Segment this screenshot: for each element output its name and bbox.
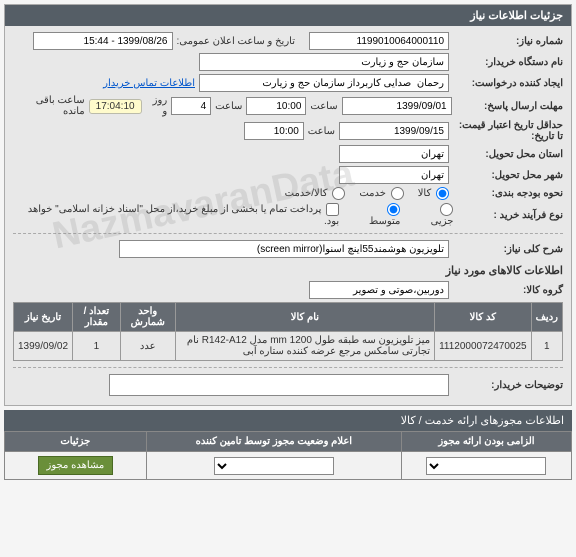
buyer-contact-link[interactable]: اطلاعات تماس خریدار <box>103 78 195 89</box>
auth-status-cell <box>146 452 401 480</box>
table-row[interactable]: 1 1112000072470025 میز تلویزیون سه طبقه … <box>14 332 563 361</box>
auth-required-cell <box>401 452 571 480</box>
budget-goods-option[interactable]: کالا <box>418 187 449 200</box>
auth-row: مشاهده مجوز <box>5 452 572 480</box>
items-table: ردیف کد کالا نام کالا واحد شمارش تعداد /… <box>13 302 563 361</box>
time-word-1: ساعت <box>310 101 337 112</box>
purchase-small-option[interactable]: جزیی <box>414 203 453 227</box>
buyer-org-field[interactable] <box>199 53 449 71</box>
items-header: اطلاعات کالاهای مورد نیاز <box>13 264 563 277</box>
auth-th-required: الزامی بودن ارائه مجوز <box>401 432 571 452</box>
cell-name: میز تلویزیون سه طبقه طول 1200 mm مدل R14… <box>175 332 434 361</box>
deadline-time-field[interactable] <box>246 97 306 115</box>
delivery-province-field[interactable] <box>339 145 449 163</box>
payment-note-text: پرداخت تمام یا بخشی از مبلغ خرید،از محل … <box>28 204 339 227</box>
creator-label: ایجاد کننده درخواست: <box>453 78 563 89</box>
auth-details-cell: مشاهده مجوز <box>5 452 147 480</box>
auth-required-select[interactable] <box>426 457 546 475</box>
purchase-small-text: جزیی <box>431 216 454 227</box>
cell-qty: 1 <box>73 332 121 361</box>
group-label: گروه کالا: <box>453 285 563 296</box>
req-number-field[interactable] <box>309 32 449 50</box>
announce-datetime-field[interactable] <box>33 32 173 50</box>
days-left-field[interactable] <box>171 97 211 115</box>
panel-title: جزئیات اطلاعات نیاز <box>5 5 571 26</box>
th-unit: واحد شمارش <box>120 303 175 332</box>
auth-section-title: اطلاعات مجوزهای ارائه خدمت / کالا <box>4 410 572 431</box>
general-desc-label: شرح کلی نیاز: <box>453 244 563 255</box>
budget-goods-text: کالا <box>418 188 432 199</box>
min-credit-time-field[interactable] <box>244 122 304 140</box>
table-header-row: ردیف کد کالا نام کالا واحد شمارش تعداد /… <box>14 303 563 332</box>
cell-code: 1112000072470025 <box>435 332 532 361</box>
day-word: روز و <box>146 95 168 117</box>
view-license-button[interactable]: مشاهده مجوز <box>38 456 114 475</box>
req-number-label: شماره نیاز: <box>453 36 563 47</box>
budget-service-radio[interactable] <box>391 187 404 200</box>
time-word-2: ساعت <box>215 101 242 112</box>
min-credit-label: حداقل تاریخ اعتبار قیمت: تا تاریخ: <box>453 120 563 142</box>
budget-service-text: خدمت <box>359 188 386 199</box>
budget-service-option[interactable]: خدمت <box>359 187 403 200</box>
budget-goods-service-text: کالا/خدمت <box>285 188 328 199</box>
min-credit-date-field[interactable] <box>339 122 449 140</box>
countdown-pill: 17:04:10 <box>89 99 142 114</box>
delivery-province-label: استان محل تحویل: <box>453 149 563 160</box>
purchase-medium-radio[interactable] <box>387 203 400 216</box>
purchase-small-radio[interactable] <box>440 203 453 216</box>
budget-goods-service-option[interactable]: کالا/خدمت <box>285 187 346 200</box>
th-code: کد کالا <box>435 303 532 332</box>
auth-th-status: اعلام وضعیت مجوز توسط تامین کننده <box>146 432 401 452</box>
cell-date: 1399/09/02 <box>14 332 73 361</box>
creator-field[interactable] <box>199 74 449 92</box>
purchase-medium-text: متوسط <box>369 216 400 227</box>
cell-unit: عدد <box>120 332 175 361</box>
general-desc-field[interactable] <box>119 240 449 258</box>
auth-th-details: جزئیات <box>5 432 147 452</box>
cell-row: 1 <box>531 332 562 361</box>
divider-2 <box>13 367 563 368</box>
th-qty: تعداد / مقدار <box>73 303 121 332</box>
auth-section: اطلاعات مجوزهای ارائه خدمت / کالا الزامی… <box>4 410 572 480</box>
purchase-medium-option[interactable]: متوسط <box>353 203 400 227</box>
delivery-city-field[interactable] <box>339 166 449 184</box>
delivery-city-label: شهر محل تحویل: <box>453 170 563 181</box>
deadline-send-label: مهلت ارسال پاسخ: <box>456 101 563 112</box>
payment-note-option[interactable]: پرداخت تمام یا بخشی از مبلغ خرید،از محل … <box>23 203 339 227</box>
remain-text: ساعت باقی مانده <box>13 95 85 117</box>
time-word-3: ساعت <box>308 126 335 137</box>
budget-label: نحوه بودجه بندی: <box>453 188 563 199</box>
deadline-date-field[interactable] <box>342 97 452 115</box>
announce-label: تاریخ و ساعت اعلان عمومی: <box>177 36 296 47</box>
buyer-notes-field[interactable] <box>109 374 449 396</box>
th-name: نام کالا <box>175 303 434 332</box>
auth-status-select[interactable] <box>214 457 334 475</box>
buyer-org-label: نام دستگاه خریدار: <box>453 57 563 68</box>
th-row: ردیف <box>531 303 562 332</box>
auth-table: الزامی بودن ارائه مجوز اعلام وضعیت مجوز … <box>4 431 572 480</box>
budget-goods-service-radio[interactable] <box>332 187 345 200</box>
purchase-type-label: نوع فرآیند خرید : <box>457 210 563 221</box>
buyer-notes-label: توضیحات خریدار: <box>453 380 563 391</box>
divider-1 <box>13 233 563 234</box>
payment-note-checkbox[interactable] <box>326 203 339 216</box>
group-field[interactable] <box>309 281 449 299</box>
need-details-panel: جزئیات اطلاعات نیاز شماره نیاز: تاریخ و … <box>4 4 572 406</box>
th-date: تاریخ نیاز <box>14 303 73 332</box>
budget-goods-radio[interactable] <box>436 187 449 200</box>
